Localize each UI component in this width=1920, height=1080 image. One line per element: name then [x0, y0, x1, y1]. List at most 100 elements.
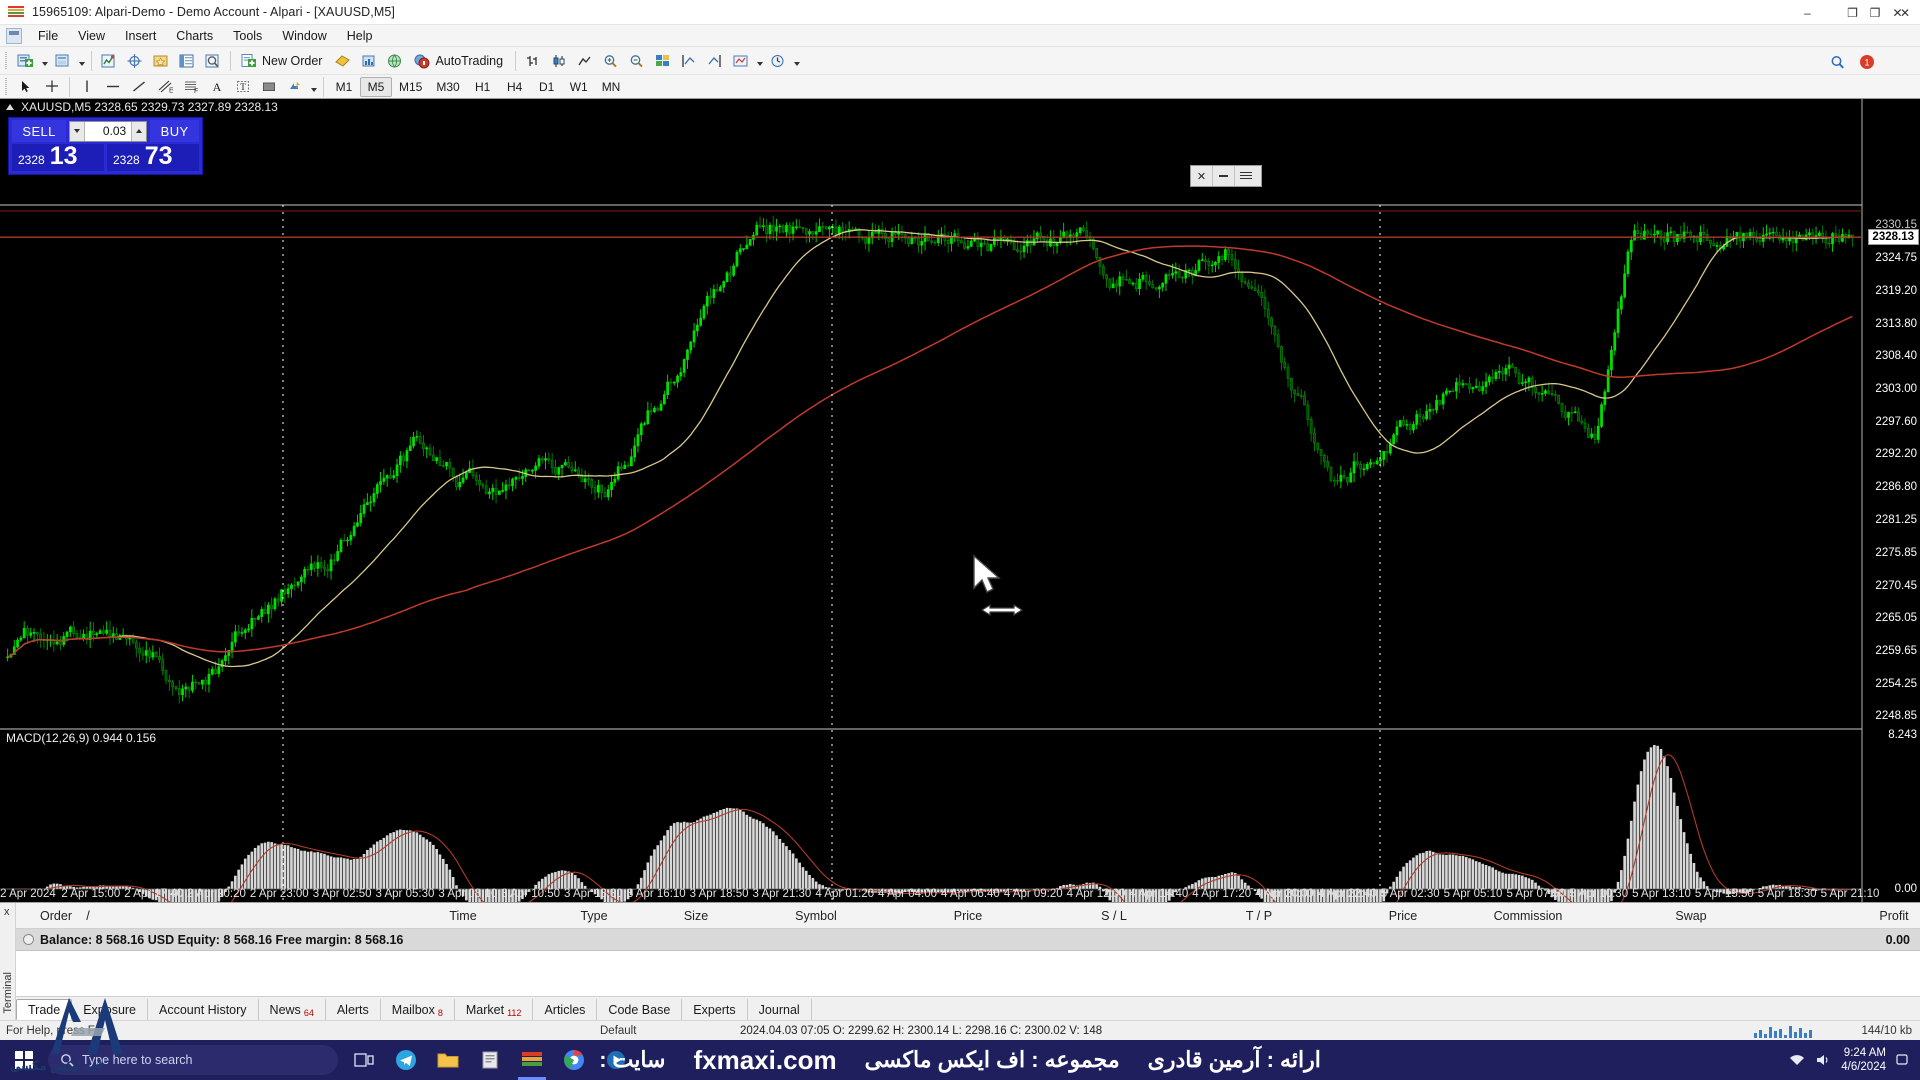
- terminal-tab-experts[interactable]: Experts: [682, 999, 747, 1020]
- volume-icon[interactable]: [1815, 1053, 1831, 1067]
- linestudies-grip[interactable]: [3, 77, 10, 97]
- horizontal-line-icon[interactable]: [100, 75, 126, 99]
- indicators-icon[interactable]: [728, 49, 754, 73]
- volume-value[interactable]: 0.03: [85, 124, 131, 138]
- terminal-tab-mailbox[interactable]: Mailbox8: [381, 999, 455, 1020]
- navigator-icon[interactable]: [148, 49, 174, 73]
- bid-price-display[interactable]: 2328 13: [12, 144, 104, 171]
- terminal-tab-news[interactable]: News64: [259, 999, 326, 1020]
- connection-status[interactable]: 144/10 kb: [1861, 1025, 1912, 1037]
- cursor-icon[interactable]: [13, 75, 39, 99]
- notification-center-icon[interactable]: [1896, 1053, 1908, 1067]
- menu-window[interactable]: Window: [272, 26, 336, 46]
- mdi-close-button[interactable]: ✕: [1890, 0, 1920, 25]
- mdi-restore-button[interactable]: ❐: [1860, 0, 1890, 25]
- terminal-tab-code-base[interactable]: Code Base: [597, 999, 682, 1020]
- timeframe-m30[interactable]: M30: [429, 77, 466, 97]
- toolbar-grip[interactable]: [3, 51, 10, 71]
- timeframe-m1[interactable]: M1: [328, 77, 360, 97]
- taskbar-clock[interactable]: 9:24 AM 4/6/2024: [1841, 1046, 1886, 1075]
- terminal-tab-journal[interactable]: Journal: [748, 999, 812, 1020]
- column-size[interactable]: Size: [684, 909, 708, 923]
- chrome-icon[interactable]: [554, 1040, 594, 1080]
- volume-decrease-icon[interactable]: [70, 122, 85, 141]
- arrows-icon[interactable]: [282, 75, 308, 99]
- menu-charts[interactable]: Charts: [166, 26, 223, 46]
- crosshair-tool-icon[interactable]: [39, 75, 65, 99]
- timeframe-w1[interactable]: W1: [563, 77, 595, 97]
- mini-restore-icon[interactable]: [1235, 166, 1257, 186]
- text-label-icon[interactable]: T: [230, 75, 256, 99]
- candlestick-chart-icon[interactable]: [546, 49, 572, 73]
- timeframe-mn[interactable]: MN: [595, 77, 628, 97]
- column-price-open[interactable]: Price: [954, 909, 982, 923]
- column-commission[interactable]: Commission: [1494, 909, 1563, 923]
- data-window-icon[interactable]: [200, 49, 226, 73]
- menu-help[interactable]: Help: [337, 26, 383, 46]
- terminal-close-icon[interactable]: x: [4, 906, 10, 918]
- media-player-icon[interactable]: [596, 1040, 636, 1080]
- expand-icon[interactable]: [23, 934, 34, 945]
- chart-shift-icon[interactable]: [676, 49, 702, 73]
- column-type[interactable]: Type: [580, 909, 607, 923]
- terminal-tab-trade[interactable]: Trade: [16, 999, 72, 1020]
- chart-collapse-icon[interactable]: [6, 104, 14, 110]
- timeframes-icon[interactable]: [765, 49, 791, 73]
- mini-minimize-icon[interactable]: [1213, 166, 1235, 186]
- terminal-tab-account-history[interactable]: Account History: [148, 999, 259, 1020]
- market-watch-icon[interactable]: [96, 49, 122, 73]
- timeframe-h4[interactable]: H4: [499, 77, 531, 97]
- metaeditor-icon[interactable]: [330, 49, 356, 73]
- timeframes-dropdown-icon[interactable]: [791, 49, 802, 73]
- trendline-icon[interactable]: [126, 75, 152, 99]
- zoom-out-icon[interactable]: [624, 49, 650, 73]
- notepad-icon[interactable]: [470, 1040, 510, 1080]
- timeframe-m15[interactable]: M15: [392, 77, 429, 97]
- chart-mini-toolbar[interactable]: ✕: [1190, 165, 1262, 187]
- column-take-profit[interactable]: T / P: [1246, 909, 1272, 923]
- terminal-tab-alerts[interactable]: Alerts: [326, 999, 381, 1020]
- terminal-window-icon[interactable]: [174, 49, 200, 73]
- volume-stepper[interactable]: 0.03: [69, 121, 147, 142]
- indicators-dropdown-icon[interactable]: [754, 49, 765, 73]
- file-explorer-icon[interactable]: [428, 1040, 468, 1080]
- line-chart-icon[interactable]: [572, 49, 598, 73]
- strategy-tester-icon[interactable]: [356, 49, 382, 73]
- column-sort-indicator[interactable]: /: [86, 909, 89, 923]
- task-view-icon[interactable]: [344, 1040, 384, 1080]
- mt4-taskbar-icon[interactable]: [512, 1040, 552, 1080]
- sell-button[interactable]: SELL: [12, 120, 66, 142]
- bar-chart-icon[interactable]: [520, 49, 546, 73]
- mql5-community-icon[interactable]: [382, 49, 408, 73]
- one-click-trading-panel[interactable]: SELL 0.03 BUY 2328 13 2328 73: [8, 117, 203, 175]
- new-chart-icon[interactable]: [13, 49, 39, 73]
- volume-increase-icon[interactable]: [131, 122, 146, 141]
- new-order-button[interactable]: New Order: [235, 49, 330, 73]
- crosshair-icon[interactable]: [122, 49, 148, 73]
- telegram-icon[interactable]: [386, 1040, 426, 1080]
- column-swap[interactable]: Swap: [1675, 909, 1706, 923]
- column-profit[interactable]: Profit: [1879, 909, 1908, 923]
- profiles-icon[interactable]: [50, 49, 76, 73]
- profiles-dropdown-icon[interactable]: [76, 49, 87, 73]
- column-time[interactable]: Time: [449, 909, 476, 923]
- minimize-button[interactable]: –: [1785, 0, 1830, 25]
- fibonacci-retracement-icon[interactable]: F: [178, 75, 204, 99]
- rectangle-label-icon[interactable]: [256, 75, 282, 99]
- column-order[interactable]: Order: [40, 909, 72, 923]
- search-icon[interactable]: [1825, 50, 1851, 74]
- text-tool-icon[interactable]: A: [204, 75, 230, 99]
- chart-canvas[interactable]: XAUUSD,M5 2328.65 2329.73 2327.89 2328.1…: [0, 99, 1920, 902]
- equidistant-channel-icon[interactable]: E: [152, 75, 178, 99]
- autotrading-button[interactable]: AutoTrading: [408, 49, 511, 73]
- ask-price-display[interactable]: 2328 73: [107, 144, 199, 171]
- zoom-in-icon[interactable]: [598, 49, 624, 73]
- terminal-tab-articles[interactable]: Articles: [533, 999, 597, 1020]
- timeframe-m5[interactable]: M5: [360, 77, 392, 97]
- buy-button[interactable]: BUY: [150, 120, 199, 142]
- column-stop-loss[interactable]: S / L: [1101, 909, 1127, 923]
- column-price-close[interactable]: Price: [1389, 909, 1417, 923]
- timeframe-h1[interactable]: H1: [467, 77, 499, 97]
- menu-file[interactable]: File: [28, 26, 68, 46]
- tile-windows-icon[interactable]: [650, 49, 676, 73]
